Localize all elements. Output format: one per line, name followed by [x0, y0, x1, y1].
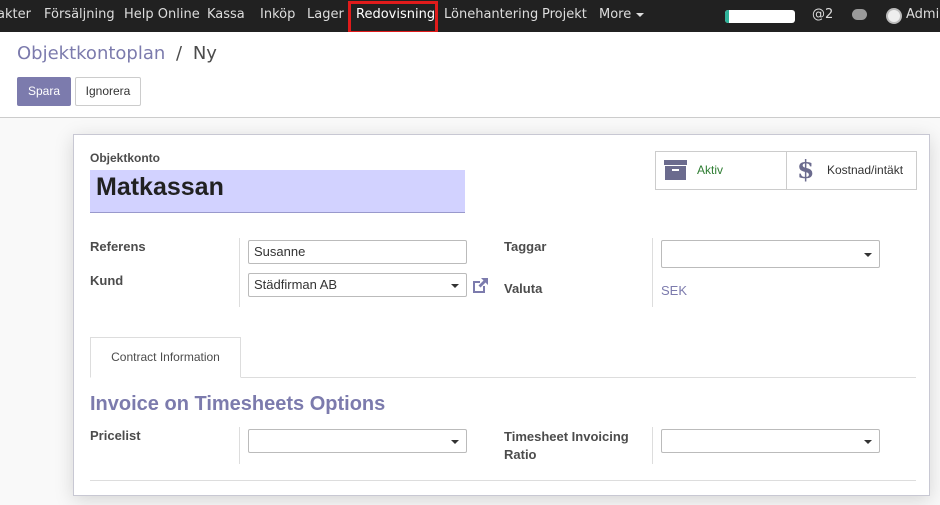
tags-label: Taggar [504, 239, 547, 254]
menu-item-help-online[interactable]: Help Online [124, 0, 200, 32]
menu-item-inkop[interactable]: Inköp [260, 0, 295, 32]
active-label: Aktiv [697, 163, 724, 177]
archive-icon [664, 160, 687, 180]
pricelist-select[interactable] [248, 429, 467, 453]
name-label: Objektkonto [90, 151, 161, 165]
highlight-box [348, 1, 438, 34]
field-separator [652, 238, 653, 307]
dollar-icon: $ [797, 155, 815, 184]
onboarding-progress-bar[interactable] [725, 10, 795, 23]
currency-value[interactable]: SEK [661, 283, 687, 298]
control-panel: Objektkontoplan / Ny Spara Ignorera [0, 32, 940, 118]
user-name[interactable]: Admin [906, 0, 940, 32]
field-separator [239, 427, 240, 464]
smart-buttons: Aktiv $ Kostnad/intäkt [655, 151, 917, 190]
caret-down-icon [451, 440, 459, 444]
mentions-counter[interactable]: @2 [812, 0, 833, 32]
currency-label: Valuta [504, 281, 543, 296]
active-toggle-button[interactable]: Aktiv [656, 152, 786, 189]
timesheet-ratio-label: Timesheet Invoicing Ratio [504, 428, 629, 464]
customer-select[interactable]: Städfirman AB [248, 273, 467, 297]
cost-revenue-label: Kostnad/intäkt [827, 163, 904, 177]
menu-item-lager[interactable]: Lager [307, 0, 344, 32]
cost-revenue-button[interactable]: $ Kostnad/intäkt [787, 152, 917, 189]
form-sheet: Objektkonto Matkassan Aktiv $ Kostnad/in… [73, 134, 930, 496]
caret-down-icon [864, 253, 872, 257]
field-separator [652, 427, 653, 464]
caret-down-icon [864, 440, 872, 444]
menu-item-lonehantering[interactable]: Lönehantering [444, 0, 538, 32]
discard-button[interactable]: Ignorera [75, 77, 141, 106]
menu-item-more[interactable]: More [599, 0, 645, 32]
progress-fill [725, 10, 729, 23]
name-input[interactable]: Matkassan [90, 170, 465, 213]
timesheet-ratio-select[interactable] [661, 429, 880, 453]
field-separator [239, 238, 240, 307]
external-link-icon[interactable] [471, 276, 490, 295]
chat-icon[interactable] [852, 9, 867, 20]
menu-item-forsaljning[interactable]: Försäljning [44, 0, 115, 32]
section-divider [90, 480, 916, 481]
customer-label: Kund [90, 273, 124, 288]
reference-input[interactable]: Susanne [248, 240, 467, 264]
section-title: Invoice on Timesheets Options [90, 393, 386, 415]
name-value: Matkassan [96, 173, 224, 201]
menu-item-kassa[interactable]: Kassa [207, 0, 245, 32]
breadcrumb-separator: / [176, 43, 183, 64]
customer-value: Städfirman AB [254, 277, 338, 292]
caret-down-icon [451, 284, 459, 288]
timesheet-ratio-label-line2: Ratio [504, 447, 537, 462]
menu-item-kontakter[interactable]: akter [0, 0, 31, 32]
caret-down-icon [636, 12, 645, 17]
breadcrumb: Objektkontoplan / Ny [17, 43, 217, 64]
tab-contract-information[interactable]: Contract Information [90, 337, 241, 378]
more-label: More [599, 7, 632, 22]
timesheet-ratio-label-line1: Timesheet Invoicing [504, 429, 629, 444]
save-button[interactable]: Spara [17, 77, 71, 106]
avatar[interactable] [886, 8, 902, 24]
breadcrumb-current: Ny [192, 43, 217, 64]
tags-select[interactable] [661, 240, 880, 268]
menu-item-projekt[interactable]: Projekt [542, 0, 587, 32]
breadcrumb-parent-link[interactable]: Objektkontoplan [17, 43, 165, 64]
reference-label: Referens [90, 239, 146, 254]
pricelist-label: Pricelist [90, 428, 141, 443]
top-navbar: akter Försäljning Help Online Kassa Inkö… [0, 0, 940, 34]
